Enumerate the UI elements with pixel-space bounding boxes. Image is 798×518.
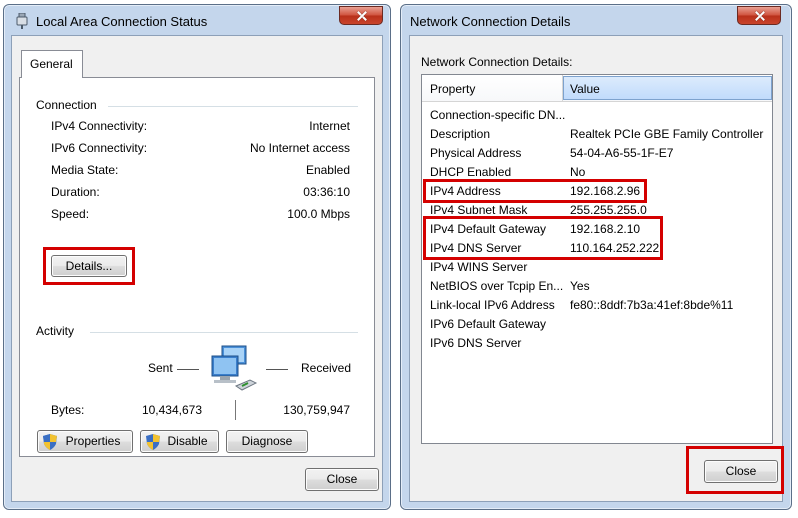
- details-list[interactable]: Property Value Connection-specific DN...…: [421, 74, 773, 444]
- list-item[interactable]: IPv4 WINS Server: [422, 257, 772, 276]
- disable-label: Disable: [167, 434, 208, 448]
- column-property[interactable]: Property: [430, 82, 475, 96]
- value-cell: 110.164.252.222: [570, 241, 660, 255]
- diagnose-button[interactable]: Diagnose: [226, 430, 308, 453]
- divider: [90, 332, 358, 333]
- column-value[interactable]: Value: [570, 82, 600, 96]
- property-cell: IPv4 Subnet Mask: [430, 203, 528, 217]
- shield-icon: [43, 434, 57, 450]
- property-cell: IPv6 DNS Server: [430, 336, 522, 350]
- value-cell: Realtek PCIe GBE Family Controller: [570, 127, 764, 141]
- list-item[interactable]: IPv4 Address 192.168.2.96: [422, 181, 772, 200]
- bytes-label: Bytes:: [51, 403, 85, 417]
- computers-network-icon: [208, 344, 262, 394]
- bytes-divider: [235, 400, 236, 420]
- property-cell: IPv4 WINS Server: [430, 260, 528, 274]
- property-cell: NetBIOS over Tcpip En...: [430, 279, 564, 293]
- property-cell: IPv6 Default Gateway: [430, 317, 547, 331]
- window-title: Network Connection Details: [410, 14, 571, 29]
- connection-status-window: Local Area Connection Status General Con…: [3, 4, 391, 510]
- sent-line: [177, 369, 199, 370]
- list-item[interactable]: IPv6 Default Gateway: [422, 314, 772, 333]
- close-icon[interactable]: [339, 6, 383, 25]
- connection-details-window: Network Connection Details Network Conne…: [400, 4, 792, 510]
- value-cell: Yes: [570, 279, 590, 293]
- property-cell: IPv4 Default Gateway: [430, 222, 547, 236]
- property-cell: IPv4 Address: [430, 184, 501, 198]
- duration-label: Duration:: [51, 185, 100, 199]
- ipv6-connectivity-value: No Internet access: [249, 141, 350, 155]
- list-item[interactable]: Link-local IPv6 Address fe80::8ddf:7b3a:4…: [422, 295, 772, 314]
- tab-general[interactable]: General: [21, 50, 83, 78]
- value-cell: 192.168.2.96: [570, 184, 641, 198]
- close-button[interactable]: Close: [305, 468, 379, 491]
- properties-button[interactable]: Properties: [37, 430, 133, 453]
- property-cell: DHCP Enabled: [430, 165, 512, 179]
- list-item[interactable]: IPv4 DNS Server 110.164.252.222: [422, 238, 772, 257]
- list-item[interactable]: IPv4 Default Gateway 192.168.2.10: [422, 219, 772, 238]
- value-cell: 255.255.255.0: [570, 203, 647, 217]
- bytes-sent-value: 10,434,673: [141, 403, 202, 417]
- bytes-received-value: 130,759,947: [283, 403, 350, 417]
- list-item[interactable]: IPv4 Subnet Mask 255.255.255.0: [422, 200, 772, 219]
- title-bar[interactable]: Local Area Connection Status: [4, 5, 390, 35]
- general-panel: Connection IPv4 Connectivity: Internet I…: [19, 77, 375, 457]
- list-item[interactable]: IPv6 DNS Server: [422, 333, 772, 352]
- shield-icon: [146, 434, 160, 450]
- details-button[interactable]: Details...: [51, 255, 127, 277]
- details-caption: Network Connection Details:: [421, 55, 573, 69]
- disable-button[interactable]: Disable: [140, 430, 219, 453]
- activity-heading: Activity: [36, 324, 75, 338]
- media-state-value: Enabled: [305, 163, 350, 177]
- duration-value: 03:36:10: [303, 185, 350, 199]
- client-area: Network Connection Details: Property Val…: [409, 35, 784, 502]
- client-area: General Connection IPv4 Connectivity: In…: [11, 35, 383, 502]
- list-header: Property Value: [422, 75, 772, 102]
- ipv4-connectivity-value: Internet: [309, 119, 350, 133]
- connection-heading: Connection: [36, 98, 97, 112]
- close-button[interactable]: Close: [704, 460, 778, 483]
- ipv6-connectivity-label: IPv6 Connectivity:: [51, 141, 148, 155]
- sent-label: Sent: [148, 361, 173, 375]
- speed-value: 100.0 Mbps: [287, 207, 350, 221]
- value-cell: 54-04-A6-55-1F-E7: [570, 146, 674, 160]
- list-item[interactable]: Physical Address 54-04-A6-55-1F-E7: [422, 143, 772, 162]
- received-line: [266, 369, 288, 370]
- property-cell: Connection-specific DN...: [430, 108, 566, 122]
- network-adapter-icon: [16, 12, 28, 29]
- property-cell: Description: [430, 127, 491, 141]
- property-cell: IPv4 DNS Server: [430, 241, 522, 255]
- property-cell: Physical Address: [430, 146, 522, 160]
- window-title: Local Area Connection Status: [36, 14, 208, 29]
- media-state-label: Media State:: [51, 163, 119, 177]
- list-item[interactable]: NetBIOS over Tcpip En... Yes: [422, 276, 772, 295]
- list-item[interactable]: DHCP Enabled No: [422, 162, 772, 181]
- received-label: Received: [301, 361, 352, 375]
- divider: [108, 106, 358, 107]
- list-item[interactable]: Connection-specific DN...: [422, 105, 772, 124]
- property-cell: Link-local IPv6 Address: [430, 298, 555, 312]
- value-cell: 192.168.2.10: [570, 222, 641, 236]
- list-item[interactable]: Description Realtek PCIe GBE Family Contr…: [422, 124, 772, 143]
- close-icon[interactable]: [737, 6, 781, 25]
- value-cell: fe80::8ddf:7b3a:41ef:8bde%11: [570, 298, 734, 312]
- ipv4-connectivity-label: IPv4 Connectivity:: [51, 119, 148, 133]
- properties-label: Properties: [65, 434, 121, 448]
- speed-label: Speed:: [51, 207, 90, 221]
- value-cell: No: [570, 165, 586, 179]
- title-bar[interactable]: Network Connection Details: [401, 5, 791, 35]
